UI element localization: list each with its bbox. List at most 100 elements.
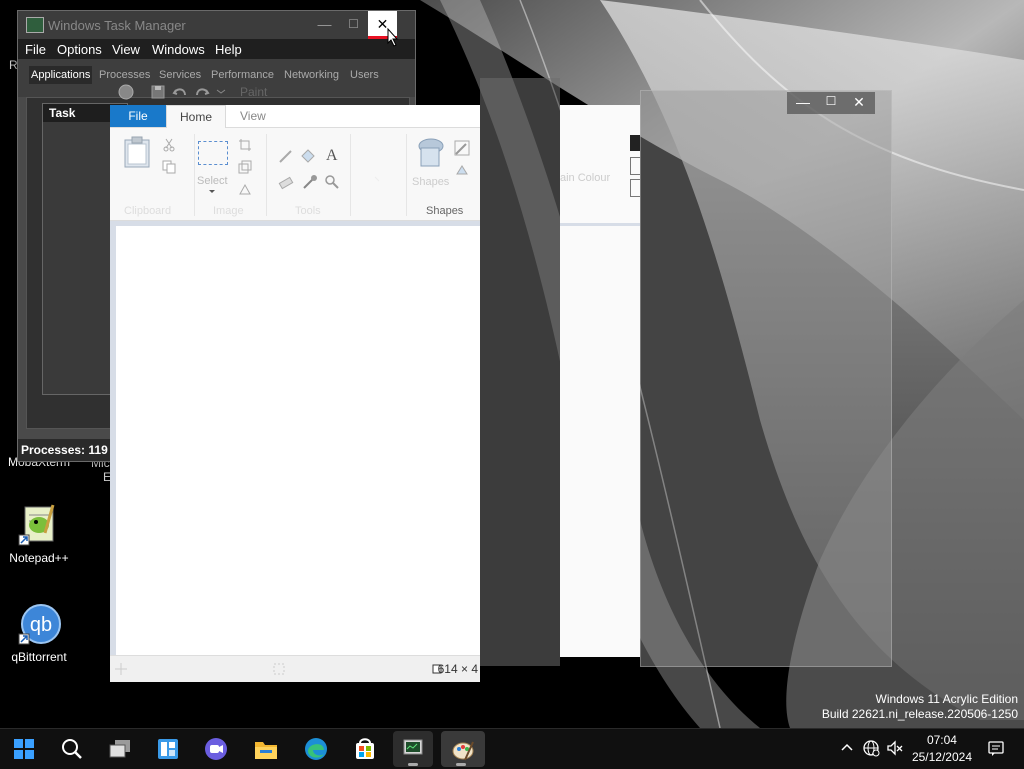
clock[interactable]: 07:04 25/12/2024 <box>912 732 972 766</box>
chevron-down-icon[interactable] <box>208 189 216 195</box>
menu-windows[interactable]: Windows <box>152 42 205 57</box>
paint-icon <box>452 741 474 761</box>
chevron-down-icon[interactable] <box>216 86 226 96</box>
select-label[interactable]: Select <box>197 175 228 187</box>
edge-button[interactable] <box>296 729 336 769</box>
store-icon <box>356 738 374 759</box>
start-button[interactable] <box>4 729 44 769</box>
tab-applications[interactable]: Applications <box>29 66 93 84</box>
notifications-icon[interactable] <box>987 739 1005 757</box>
start-icon <box>14 739 34 759</box>
ribbon-edge <box>560 223 640 226</box>
eraser-icon[interactable] <box>278 174 294 190</box>
paint-icon <box>118 84 134 100</box>
paste-icon[interactable] <box>124 136 150 168</box>
ribbon: Clipboard Select Image A Tools Shapes Sh… <box>110 128 480 221</box>
copy-icon[interactable] <box>162 160 176 174</box>
group-separator <box>350 134 351 216</box>
brush-placeholder-icon <box>374 176 380 182</box>
desktop-icon-notepadpp[interactable]: Notepad++ <box>4 503 74 565</box>
maximize-icon[interactable]: ☐ <box>817 94 845 108</box>
watermark-build: Build 22621.ni_release.220506-1250 <box>821 707 1018 721</box>
ghost-window-controls: — ☐ ✕ <box>787 92 875 114</box>
tab-view[interactable]: View <box>240 105 266 127</box>
crop-icon[interactable] <box>238 138 252 152</box>
search-icon <box>62 739 82 759</box>
widgets-icon <box>158 739 178 759</box>
menu-help[interactable]: Help <box>215 42 242 57</box>
colour-swatch <box>630 157 641 175</box>
outline-icon[interactable] <box>454 140 470 156</box>
text-icon[interactable]: A <box>326 147 338 165</box>
select-icon[interactable] <box>198 141 228 165</box>
drawing-canvas[interactable] <box>116 226 480 655</box>
shapes-icon[interactable] <box>415 136 447 168</box>
group-separator <box>194 134 195 216</box>
magnifier-icon[interactable] <box>324 174 340 190</box>
svg-text:qb: qb <box>30 614 52 636</box>
resize-icon[interactable] <box>238 160 252 174</box>
task-view-icon <box>109 740 130 758</box>
clock-date: 25/12/2024 <box>911 750 972 764</box>
canvas-size: 614 × 4 <box>437 662 478 676</box>
tab-file[interactable]: File <box>110 105 166 127</box>
cursor-position-icon <box>115 663 127 675</box>
group-separator <box>406 134 407 216</box>
chat-button[interactable] <box>196 729 236 769</box>
cut-icon[interactable] <box>162 138 176 152</box>
desktop-icon-qbittorrent[interactable]: qb qBittorrent <box>4 602 74 664</box>
task-view-button[interactable] <box>100 729 140 769</box>
selection-size-icon <box>273 663 285 675</box>
ghost-ribbon-text: ain Colour <box>560 172 611 184</box>
clock-time: 07:04 <box>926 733 957 747</box>
window-title: Windows Task Manager <box>48 18 186 33</box>
minimize-button[interactable]: — <box>310 11 339 39</box>
menu-options[interactable]: Options <box>57 42 102 57</box>
ribbon-tabs: File Home View <box>110 105 480 129</box>
process-count: Processes: 119 <box>21 443 108 457</box>
menu-file[interactable]: File <box>25 42 46 57</box>
mouse-cursor-icon <box>387 28 399 47</box>
desktop-icon-label: qBittorrent <box>11 650 67 664</box>
pencil-icon[interactable] <box>278 148 294 164</box>
group-label-shapes: Shapes <box>426 205 464 217</box>
menu-bar: File Options View Windows Help <box>18 39 415 59</box>
taskbar: 07:04 25/12/2024 <box>0 728 1024 769</box>
task-manager-icon <box>26 17 44 33</box>
widgets-button[interactable] <box>148 729 188 769</box>
ghost-window-paint: ain Colour <box>560 105 641 657</box>
network-icon[interactable] <box>862 739 880 757</box>
title-bar[interactable]: Windows Task Manager — ☐ ✕ <box>18 11 415 39</box>
undo-icon[interactable] <box>172 84 188 100</box>
shapes-button-label[interactable]: Shapes <box>412 176 449 188</box>
group-label-clipboard: Clipboard <box>124 205 172 217</box>
menu-view[interactable]: View <box>112 42 140 57</box>
colour-swatch <box>630 135 640 151</box>
save-icon[interactable] <box>150 84 166 100</box>
color-picker-icon[interactable] <box>302 174 318 190</box>
paint-taskbar-button[interactable] <box>441 731 485 767</box>
paint-window[interactable]: File Home View Clipboard Select Image A … <box>110 105 480 682</box>
chevron-up-icon[interactable] <box>838 739 856 757</box>
tab-home[interactable]: Home <box>166 105 226 129</box>
task-manager-taskbar-button[interactable] <box>393 731 433 767</box>
redo-icon[interactable] <box>194 84 210 100</box>
volume-muted-icon[interactable] <box>886 739 904 757</box>
paint-quick-access-toolbar: Paint <box>110 80 408 104</box>
group-label-tools: Tools <box>295 205 321 217</box>
file-explorer-button[interactable] <box>246 729 286 769</box>
search-button[interactable] <box>52 729 92 769</box>
maximize-button[interactable]: ☐ <box>339 11 368 39</box>
minimize-icon[interactable]: — <box>789 94 817 110</box>
windows-edition-watermark: Windows 11 Acrylic Edition Build 22621.n… <box>822 692 1018 722</box>
group-label-image: Image <box>213 205 244 217</box>
colour-swatch <box>630 179 641 197</box>
chat-icon <box>205 738 227 760</box>
close-icon[interactable]: ✕ <box>845 94 873 111</box>
store-button[interactable] <box>345 729 385 769</box>
fill-shape-icon[interactable] <box>454 162 470 178</box>
rotate-icon[interactable] <box>238 182 252 196</box>
watermark-edition: Windows 11 Acrylic Edition <box>875 692 1019 706</box>
paint-window-title: Paint <box>240 85 268 99</box>
fill-icon[interactable] <box>300 148 316 164</box>
